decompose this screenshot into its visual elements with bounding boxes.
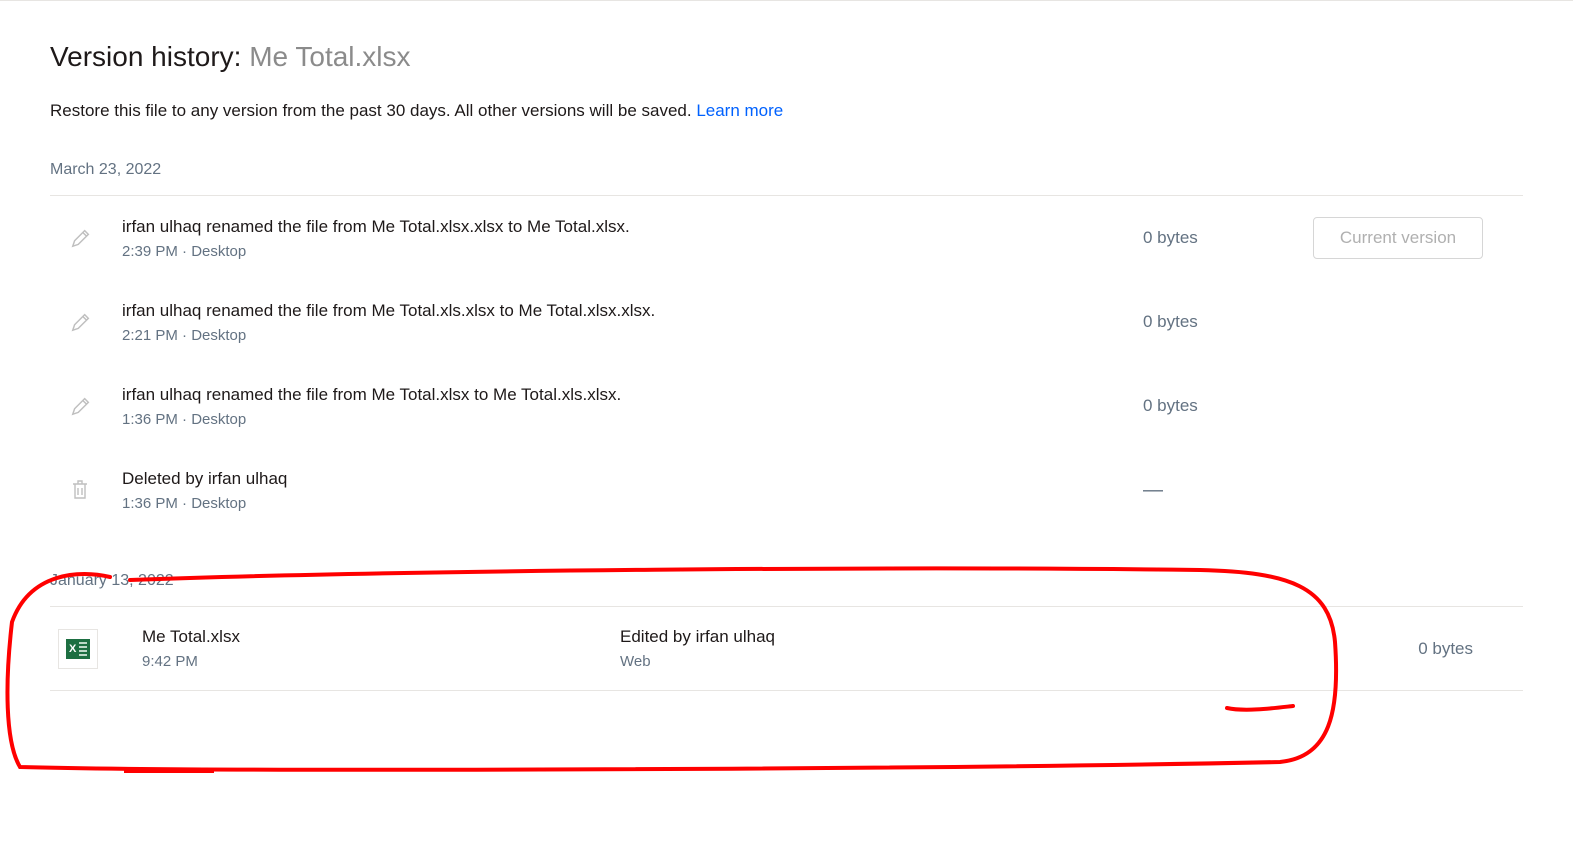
row-size: — — [1143, 479, 1273, 502]
xlsx-icon — [50, 629, 122, 669]
row-description: irfan ulhaq renamed the file from Me Tot… — [122, 301, 655, 321]
annotation-underline-bottom — [124, 761, 214, 767]
subtitle: Restore this file to any version from th… — [50, 101, 1523, 121]
pencil-icon — [50, 227, 122, 249]
file-name: Me Total.xlsx — [142, 627, 240, 647]
row-description: irfan ulhaq renamed the file from Me Tot… — [122, 217, 630, 237]
history-row[interactable]: irfan ulhaq renamed the file from Me Tot… — [50, 280, 1523, 364]
row-description: Deleted by irfan ulhaq — [122, 469, 287, 489]
current-version-button: Current version — [1313, 217, 1483, 259]
page-title: Version history: Me Total.xlsx — [50, 41, 1523, 73]
date-header: March 23, 2022 — [50, 161, 1523, 196]
annotation-underline-size — [1225, 700, 1295, 710]
row-size: 0 bytes — [1143, 396, 1273, 416]
trash-icon — [50, 479, 122, 501]
pencil-icon — [50, 311, 122, 333]
subtitle-text: Restore this file to any version from th… — [50, 101, 696, 120]
row-meta: 1:36 PM · Desktop — [122, 495, 287, 512]
learn-more-link[interactable]: Learn more — [696, 101, 783, 120]
title-prefix: Version history: — [50, 41, 249, 72]
row-size: 0 bytes — [1143, 228, 1273, 248]
date-header: January 13, 2022 — [50, 572, 1523, 607]
row-description: irfan ulhaq renamed the file from Me Tot… — [122, 385, 621, 405]
file-time: 9:42 PM — [142, 653, 240, 670]
row-meta: 1:36 PM · Desktop — [122, 411, 621, 428]
history-row[interactable]: Deleted by irfan ulhaq 1:36 PM · Desktop… — [50, 448, 1523, 532]
title-filename: Me Total.xlsx — [249, 41, 410, 72]
history-row-file[interactable]: Me Total.xlsx 9:42 PM Edited by irfan ul… — [50, 607, 1523, 691]
row-size: 0 bytes — [1143, 312, 1273, 332]
edited-by: Edited by irfan ulhaq — [620, 627, 775, 647]
history-row[interactable]: irfan ulhaq renamed the file from Me Tot… — [50, 196, 1523, 280]
row-meta: 2:39 PM · Desktop — [122, 243, 630, 260]
pencil-icon — [50, 395, 122, 417]
row-meta: 2:21 PM · Desktop — [122, 327, 655, 344]
edit-source: Web — [620, 653, 775, 670]
history-row[interactable]: irfan ulhaq renamed the file from Me Tot… — [50, 364, 1523, 448]
row-size: 0 bytes — [1353, 639, 1483, 659]
version-history-container: Version history: Me Total.xlsx Restore t… — [0, 1, 1573, 691]
